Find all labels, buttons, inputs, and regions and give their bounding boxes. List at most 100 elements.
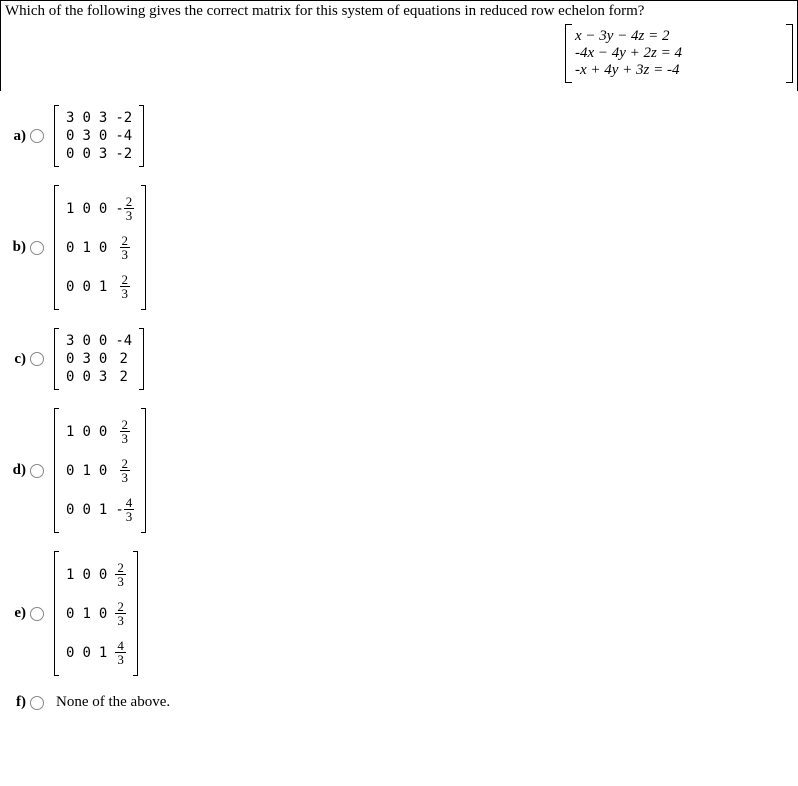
matrix-row: 303-2 [62, 109, 136, 127]
matrix-cell: 0 [99, 201, 107, 217]
matrix-td: 0 [62, 228, 78, 267]
matrix-td: 0 [78, 368, 94, 386]
option-c-radio[interactable] [30, 352, 44, 366]
matrix-cell: 23 [120, 240, 131, 256]
matrix-td: 0 [95, 451, 111, 490]
matrix-cell: 0 [82, 279, 90, 295]
matrix-td: 23 [111, 594, 130, 633]
option-a: a) 303-2030-4003-2 [4, 105, 794, 167]
matrix-cell: 3 [82, 351, 90, 367]
matrix-td: 0 [62, 451, 78, 490]
option-f-label: f) [4, 694, 30, 711]
matrix-td: 0 [78, 412, 94, 451]
matrix-cell: 3 [99, 110, 107, 126]
bracket-right-icon [141, 185, 146, 310]
option-a-radio[interactable] [30, 129, 44, 143]
option-a-matrix: 303-2030-4003-2 [54, 105, 144, 167]
matrix-cell: 0 [66, 279, 74, 295]
option-b-radio[interactable] [30, 241, 44, 255]
option-e-label: e) [4, 605, 30, 622]
option-f-text: None of the above. [56, 694, 170, 711]
matrix-td: 0 [95, 594, 111, 633]
bracket-left-icon [54, 551, 59, 676]
matrix-td: 0 [95, 412, 111, 451]
matrix-cell: 0 [82, 146, 90, 162]
matrix-table: 303-2030-4003-2 [62, 109, 136, 163]
matrix-row: 00123 [62, 267, 138, 306]
option-c-matrix: 300-403020032 [54, 328, 144, 390]
option-d-radio[interactable] [30, 464, 44, 478]
option-f-radio[interactable] [30, 696, 44, 710]
matrix-cell: 43 [115, 645, 126, 661]
matrix-cell: 3 [66, 333, 74, 349]
matrix-cell: 0 [99, 351, 107, 367]
matrix-table: 100230102300143 [62, 555, 130, 672]
matrix-cell: 0 [82, 645, 90, 661]
matrix-td: -4 [111, 127, 136, 145]
matrix-row: 300-4 [62, 332, 136, 350]
matrix-cell: 0 [82, 369, 90, 385]
option-d-label: d) [4, 462, 30, 479]
matrix-td: 43 [111, 633, 130, 672]
matrix-td: -4 [111, 332, 136, 350]
matrix-cell: 2 [120, 351, 128, 367]
matrix-td: 23 [111, 412, 138, 451]
matrix-td: 3 [62, 109, 78, 127]
matrix-cell: 0 [99, 567, 107, 583]
matrix-td: 0 [78, 555, 94, 594]
matrix-td: 23 [111, 451, 138, 490]
matrix-cell: 3 [99, 369, 107, 385]
matrix-table: 1002301023001-43 [62, 412, 138, 529]
matrix-cell: 0 [82, 333, 90, 349]
matrix-td: 0 [78, 267, 94, 306]
matrix-td: 23 [111, 555, 130, 594]
matrix-cell: 0 [82, 567, 90, 583]
matrix-cell: 23 [115, 606, 126, 622]
matrix-td: 1 [78, 451, 94, 490]
matrix-row: 10023 [62, 555, 130, 594]
matrix-td: 0 [62, 368, 78, 386]
matrix-td: 1 [62, 412, 78, 451]
matrix-td: 0 [62, 594, 78, 633]
matrix-cell: 0 [66, 128, 74, 144]
matrix-td: 0 [78, 189, 94, 228]
matrix-cell: 0 [99, 240, 107, 256]
option-e-radio[interactable] [30, 607, 44, 621]
matrix-cell: 0 [99, 333, 107, 349]
option-b-label: b) [4, 239, 30, 256]
option-d: d) 1002301023001-43 [4, 408, 794, 533]
matrix-td: 0 [62, 127, 78, 145]
matrix-cell: 1 [82, 606, 90, 622]
matrix-td: 1 [78, 594, 94, 633]
bracket-right-icon [139, 328, 144, 390]
matrix-cell: 1 [99, 279, 107, 295]
question-text: Which of the following gives the correct… [5, 3, 793, 20]
matrix-cell: -4 [115, 333, 132, 349]
bracket-left-icon [54, 185, 59, 310]
matrix-td: 23 [111, 228, 138, 267]
matrix-row: 0032 [62, 368, 136, 386]
system-row-1: x − 3y − 4z = 2 [575, 28, 783, 45]
matrix-cell: -43 [115, 502, 134, 518]
matrix-table: 100-230102300123 [62, 189, 138, 306]
matrix-td: 0 [95, 332, 111, 350]
matrix-td: 0 [62, 490, 78, 529]
matrix-cell: 0 [66, 463, 74, 479]
matrix-row: 10023 [62, 412, 138, 451]
matrix-td: 0 [78, 633, 94, 672]
matrix-td: 2 [111, 368, 136, 386]
matrix-td: -2 [111, 109, 136, 127]
matrix-td: 1 [62, 555, 78, 594]
question-box: Which of the following gives the correct… [0, 0, 798, 91]
matrix-cell: 0 [99, 128, 107, 144]
matrix-td: -2 [111, 145, 136, 163]
matrix-td: 3 [95, 109, 111, 127]
option-b: b) 100-230102300123 [4, 185, 794, 310]
matrix-cell: 0 [99, 463, 107, 479]
matrix-row: 003-2 [62, 145, 136, 163]
matrix-cell: 3 [99, 146, 107, 162]
matrix-cell: 1 [82, 240, 90, 256]
matrix-cell: 1 [82, 463, 90, 479]
matrix-cell: 23 [120, 279, 131, 295]
matrix-td: 1 [95, 490, 111, 529]
